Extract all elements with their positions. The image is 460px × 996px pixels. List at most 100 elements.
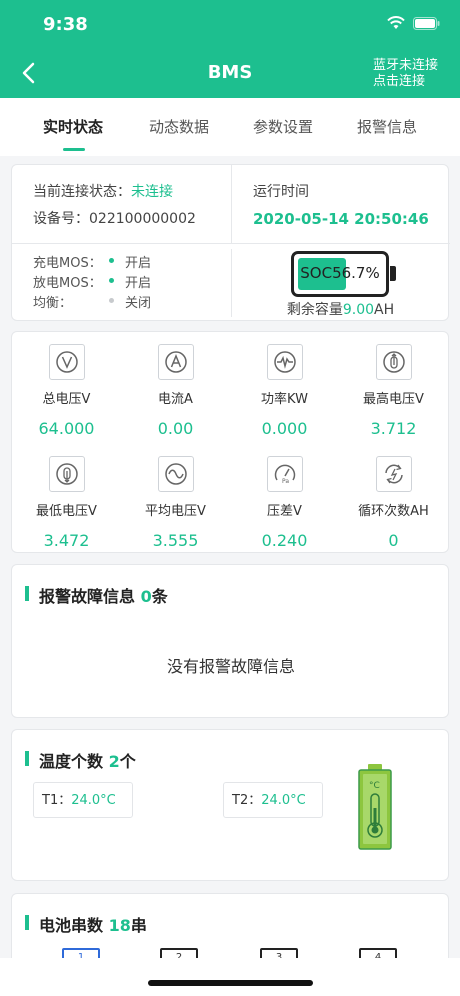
bottom-safe-area — [0, 958, 460, 996]
tab-realtime-status[interactable]: 实时状态 — [43, 116, 103, 137]
discharge-mos-value: 开启 — [125, 276, 152, 291]
pressure-diff-icon: Pa — [266, 456, 303, 492]
voltage-icon — [48, 344, 85, 380]
tab-alarm-info[interactable]: 报警信息 — [357, 116, 417, 137]
status-icons — [387, 16, 440, 30]
section-accent-bar — [25, 751, 29, 766]
temperature-section-title: 温度个数 2个 — [25, 748, 136, 772]
metric-value: 3.712 — [370, 419, 417, 438]
cells-count: 18 — [108, 916, 131, 935]
temperature-title: 温度个数 — [39, 752, 104, 771]
metric-value: 0.240 — [261, 531, 308, 550]
metric-avg-voltage: 平均电压V 3.555 — [121, 456, 230, 550]
divider — [231, 165, 232, 243]
status-dot-on — [109, 278, 114, 283]
tab-bar: 实时状态 动态数据 参数设置 报警信息 — [0, 98, 460, 156]
metric-label: 总电压V — [42, 392, 91, 407]
runtime-label: 运行时间 — [253, 184, 309, 200]
connection-status: 当前连接状态：未连接 — [33, 181, 173, 201]
alarm-empty-message: 没有报警故障信息 — [166, 657, 295, 676]
connection-status-value: 未连接 — [131, 184, 173, 200]
metric-current: 电流A 0.00 — [121, 344, 230, 438]
runtime-value: 2020-05-14 20:50:46 — [253, 210, 429, 228]
max-voltage-icon — [375, 344, 412, 380]
min-voltage-icon — [48, 456, 85, 492]
current-icon — [157, 344, 194, 380]
balance-value: 关闭 — [125, 296, 152, 311]
svg-text:Pa: Pa — [282, 478, 289, 485]
active-tab-indicator — [63, 148, 85, 151]
power-icon — [266, 344, 303, 380]
metric-label: 最低电压V — [36, 504, 97, 519]
charge-mos-value: 开启 — [125, 256, 152, 271]
metric-value: 3.555 — [152, 531, 199, 550]
tab-parameter-settings[interactable]: 参数设置 — [253, 116, 313, 137]
remaining-capacity: 剩余容量9.00AH — [231, 299, 450, 319]
bt-connect-line: 点击连接 — [372, 74, 425, 89]
battery-cap — [390, 266, 396, 281]
remaining-capacity-label: 剩余容量 — [286, 302, 343, 318]
temp-sensor-t2: T2：24.0°C — [223, 782, 323, 818]
charge-mos-label: 充电MOS： — [33, 256, 102, 271]
battery-status-icon — [413, 16, 440, 30]
alarm-count: 0 — [140, 587, 152, 606]
metric-min-voltage: 最低电压V 3.472 — [12, 456, 121, 550]
metric-label: 压差V — [267, 504, 302, 519]
remaining-capacity-value: 9.00 — [342, 302, 375, 318]
section-accent-bar — [25, 586, 29, 601]
soc-label: SOC56.7% — [300, 264, 380, 282]
home-indicator[interactable] — [148, 980, 313, 986]
section-accent-bar — [25, 915, 29, 930]
temp-sensor-value: 24.0°C — [71, 793, 116, 808]
metric-power: 功率KW 0.000 — [230, 344, 339, 438]
metric-max-voltage: 最高电压V 3.712 — [339, 344, 448, 438]
metric-label: 循环次数AH — [358, 504, 429, 519]
discharge-mos-label: 放电MOS： — [33, 276, 102, 291]
app-header: 9:38 BMS 蓝牙未连接 点击连接 — [0, 0, 460, 98]
metric-label: 电流A — [158, 392, 193, 407]
status-dot-off — [109, 298, 114, 303]
temp-sensor-label: T2： — [232, 793, 262, 808]
status-time: 9:38 — [43, 14, 88, 35]
metric-total-voltage: 总电压V 64.000 — [12, 344, 121, 438]
cells-title: 电池串数 — [39, 916, 104, 935]
metric-label: 最高电压V — [363, 392, 424, 407]
tab-dynamic-data[interactable]: 动态数据 — [149, 116, 209, 137]
cells-section-title: 电池串数 18串 — [25, 912, 147, 936]
bt-status-line: 蓝牙未连接 — [372, 58, 438, 73]
avg-voltage-icon — [157, 456, 194, 492]
temp-sensor-label: T1： — [42, 793, 72, 808]
balance-label: 均衡： — [33, 296, 73, 311]
temperature-unit: 个 — [119, 752, 136, 771]
metric-value: 64.000 — [38, 419, 95, 438]
alarm-section-title: 报警故障信息 0条 — [25, 583, 168, 607]
remaining-capacity-unit: AH — [374, 302, 395, 318]
discharge-mos-row: 放电MOS： 开启 — [33, 272, 151, 291]
bluetooth-connect-button[interactable]: 蓝牙未连接 点击连接 — [373, 58, 438, 90]
alarm-unit: 条 — [151, 587, 168, 606]
metric-cycle-count: 循环次数AH 0 — [339, 456, 448, 550]
metric-value: 0.00 — [157, 419, 194, 438]
metrics-card: 总电压V 64.000 电流A 0.00 功率KW 0.000 最高电压V 3.… — [11, 331, 449, 553]
device-number-label: 设备号： — [33, 211, 89, 227]
device-number: 设备号：022100000002 — [33, 208, 196, 228]
metric-value: 0.000 — [261, 419, 308, 438]
temperature-card: 温度个数 2个 T1：24.0°C T2：24.0°C °C — [11, 729, 449, 881]
divider — [12, 243, 450, 244]
balance-row: 均衡： 关闭 — [33, 292, 151, 311]
metric-value: 0 — [388, 531, 399, 550]
alarm-title: 报警故障信息 — [39, 587, 136, 606]
cycle-icon — [375, 456, 412, 492]
soc-battery-gauge: SOC56.7% — [291, 251, 389, 297]
metric-label: 平均电压V — [145, 504, 206, 519]
thermometer-battery-icon: °C — [358, 764, 392, 850]
alarm-card: 报警故障信息 0条 没有报警故障信息 — [11, 564, 449, 718]
cells-unit: 串 — [130, 916, 147, 935]
device-number-value: 022100000002 — [89, 211, 196, 227]
temperature-count: 2 — [108, 752, 120, 771]
status-dot-on — [109, 258, 114, 263]
temp-sensor-value: 24.0°C — [261, 793, 306, 808]
connection-status-label: 当前连接状态： — [33, 184, 131, 200]
device-info-card: 当前连接状态：未连接 设备号：022100000002 运行时间 2020-05… — [11, 164, 450, 321]
metric-pressure-diff: Pa 压差V 0.240 — [230, 456, 339, 550]
